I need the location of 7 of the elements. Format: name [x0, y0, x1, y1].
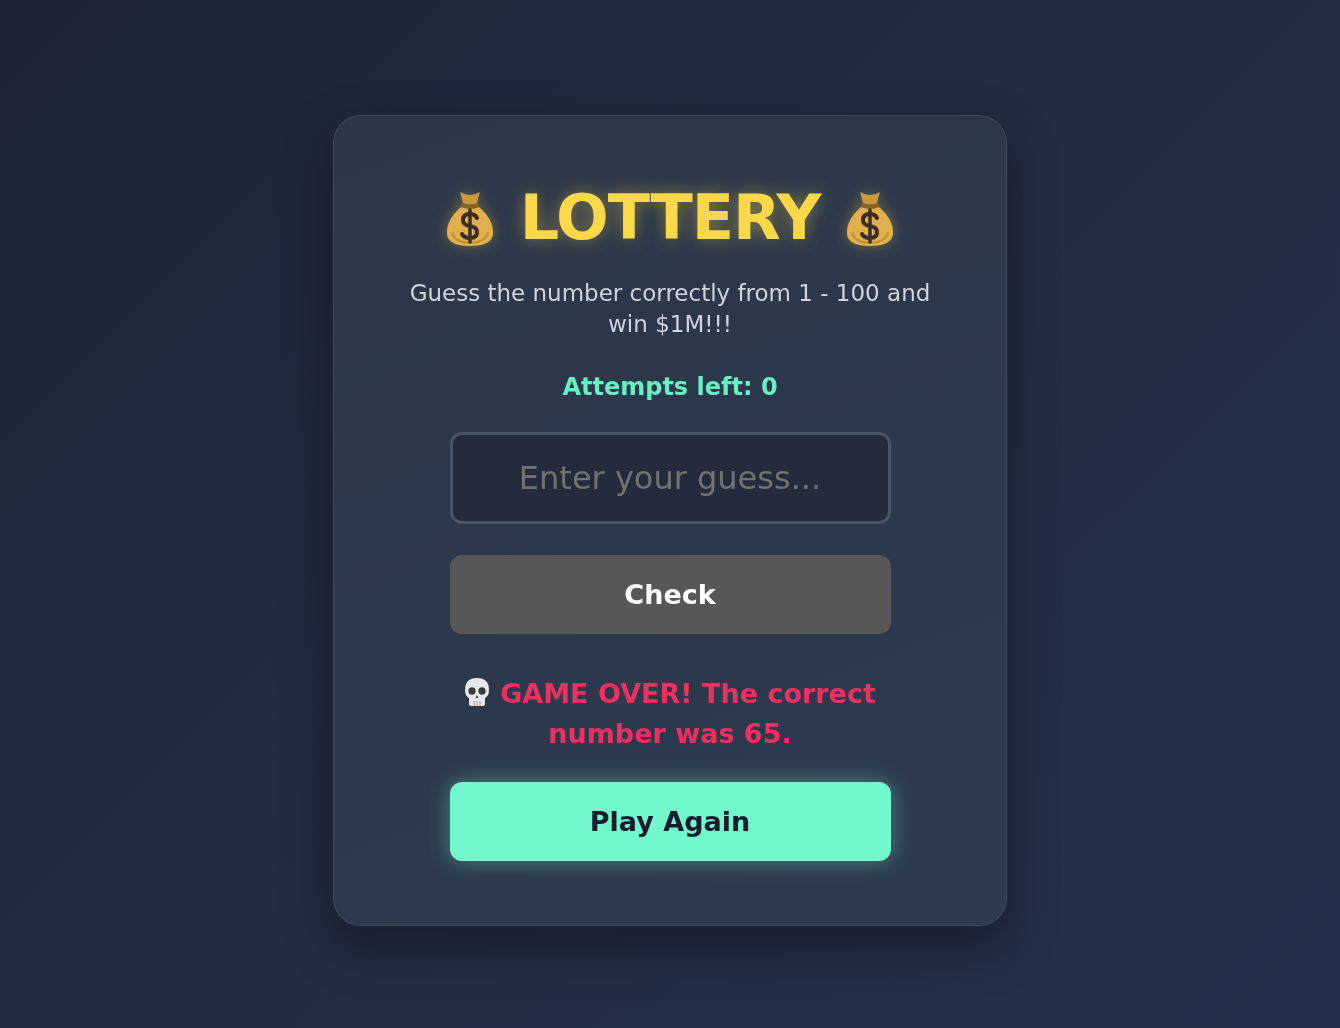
game-over-message: GAME OVER! The correct number was 65.	[500, 678, 876, 749]
title: LOTTERY	[519, 186, 821, 250]
subtitle: Guess the number correctly from 1 - 100 and win $1M!!!	[408, 279, 932, 339]
play-again-button[interactable]: Play Again	[449, 782, 891, 861]
attempts-left: Attempts left: 0	[562, 372, 778, 402]
guess-input-field[interactable]: Enter your guess...	[449, 432, 891, 524]
skull-icon	[464, 677, 491, 707]
